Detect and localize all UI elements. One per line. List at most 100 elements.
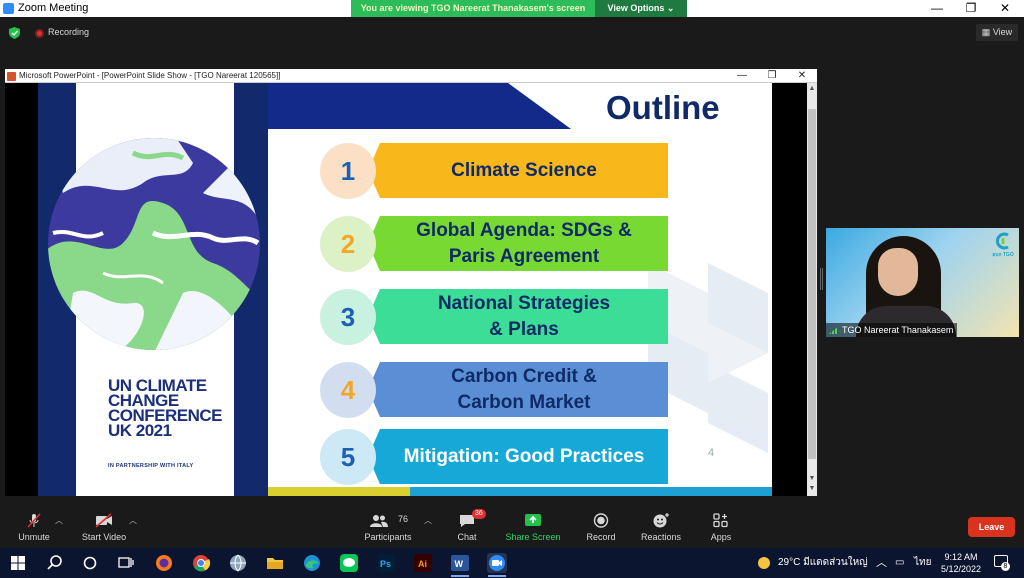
outline-item-text: National Strategies & Plans bbox=[438, 291, 610, 343]
outline-item-line: National Strategies bbox=[437, 292, 611, 314]
grid-icon: ▦ bbox=[981, 27, 991, 37]
photoshop-icon[interactable]: Ps bbox=[376, 553, 396, 573]
window-title: Zoom Meeting bbox=[18, 2, 89, 14]
outline-item-bar: National Strategies & Plans bbox=[368, 289, 668, 344]
outline-item: National Strategies & Plans 3 bbox=[320, 289, 670, 345]
outline-item-bar: Mitigation: Good Practices bbox=[368, 429, 668, 484]
signal-strength-icon bbox=[829, 326, 839, 334]
meeting-toolbar: Unmute ︿ Start Video ︿ Participants 76 ︿… bbox=[0, 505, 1024, 547]
unmute-label: Unmute bbox=[18, 532, 50, 542]
clock-date: 5/12/2022 bbox=[940, 564, 982, 574]
network-globe-icon[interactable] bbox=[228, 553, 248, 573]
scroll-page-down-icon[interactable]: ▼ bbox=[808, 485, 816, 493]
svg-text:W: W bbox=[455, 559, 464, 569]
share-banner: You are viewing TGO Nareerat Thanakasem'… bbox=[351, 0, 595, 17]
outline-item-line: Mitigation: Good Practices bbox=[403, 445, 645, 467]
earth-globe-image bbox=[48, 138, 260, 350]
video-off-icon bbox=[95, 513, 112, 528]
network-tray-icon[interactable]: ▭ bbox=[895, 548, 904, 578]
outline-item-line: Global Agenda: SDGs & bbox=[416, 219, 632, 241]
apps-icon bbox=[713, 513, 728, 528]
outline-item-text: Climate Science bbox=[451, 158, 597, 184]
minimize-icon[interactable]: — bbox=[920, 0, 954, 17]
security-shield-icon[interactable] bbox=[9, 27, 20, 39]
video-options-chevron-icon[interactable]: ︿ bbox=[129, 515, 137, 526]
audio-options-chevron-icon[interactable]: ︿ bbox=[55, 515, 63, 526]
edge-icon[interactable] bbox=[302, 553, 322, 573]
reactions-smiley-icon bbox=[653, 513, 669, 528]
outline-item-line: Paris Agreement bbox=[448, 245, 600, 267]
chrome-icon[interactable] bbox=[191, 553, 211, 573]
leave-button[interactable]: Leave bbox=[968, 517, 1015, 537]
unmute-button[interactable]: Unmute bbox=[14, 505, 54, 547]
participant-video[interactable]: อบก TGO TGO Nareerat Thanakasem bbox=[826, 228, 1019, 337]
tray-overflow-chevron-icon[interactable]: ︿ bbox=[876, 548, 887, 578]
clock-time: 9:12 AM bbox=[944, 552, 978, 562]
line-app-icon[interactable] bbox=[339, 553, 359, 573]
footer-bar-yellow bbox=[268, 487, 410, 496]
panel-resize-handle[interactable] bbox=[820, 268, 823, 290]
chevron-down-icon: ⌄ bbox=[666, 3, 675, 13]
cop26-wordmark: UN CLIMATE CHANGE CONFERENCE UK 2021 bbox=[108, 377, 223, 440]
weather-sun-icon[interactable] bbox=[754, 553, 774, 573]
outline-item-line: Carbon Credit & bbox=[451, 365, 597, 387]
firefox-icon[interactable] bbox=[154, 553, 174, 573]
system-clock[interactable]: 9:12 AM 5/12/2022 bbox=[938, 551, 984, 575]
input-language[interactable]: ไทย bbox=[914, 548, 931, 578]
share-screen-icon bbox=[525, 514, 541, 526]
windows-start-icon[interactable] bbox=[8, 553, 28, 573]
ppt-close-icon[interactable]: ✕ bbox=[789, 69, 815, 83]
weather-text[interactable]: 29°C มีแดดส่วนใหญ่ bbox=[778, 548, 868, 578]
start-video-label: Start Video bbox=[81, 532, 127, 542]
file-explorer-icon[interactable] bbox=[265, 553, 285, 573]
notification-badge: 8 bbox=[1001, 562, 1010, 571]
participants-count: 76 bbox=[398, 514, 409, 524]
cop-line: UK 2021 bbox=[108, 421, 172, 440]
powerpoint-title: Microsoft PowerPoint - [PowerPoint Slide… bbox=[19, 71, 281, 80]
scroll-thumb[interactable] bbox=[808, 109, 816, 459]
participants-chevron-icon[interactable]: ︿ bbox=[424, 515, 432, 526]
outline-item-line: & Plans bbox=[489, 318, 559, 340]
word-icon[interactable]: W bbox=[450, 553, 470, 573]
slide-title: Outline bbox=[606, 89, 720, 126]
outline-item-number: 5 bbox=[320, 429, 376, 485]
outline-item-number: 4 bbox=[320, 362, 376, 418]
chat-unread-badge: 36 bbox=[472, 509, 486, 519]
view-label: View bbox=[992, 27, 1013, 37]
start-video-button[interactable]: Start Video bbox=[80, 505, 128, 547]
illustrator-icon[interactable]: Ai bbox=[413, 553, 433, 573]
view-options-label: View Options bbox=[607, 3, 665, 13]
zoom-taskbar-icon[interactable] bbox=[487, 553, 507, 573]
cortana-icon[interactable] bbox=[80, 553, 100, 573]
task-view-icon[interactable] bbox=[116, 553, 136, 573]
participants-label: Participants bbox=[364, 532, 412, 542]
scroll-down-icon[interactable]: ▼ bbox=[808, 475, 816, 483]
restore-icon[interactable]: ❐ bbox=[954, 0, 988, 17]
window-titlebar: Zoom Meeting You are viewing TGO Nareera… bbox=[0, 0, 1024, 17]
ppt-minimize-icon[interactable]: — bbox=[729, 69, 755, 83]
header-decoration bbox=[268, 83, 571, 129]
record-button[interactable]: Record bbox=[584, 505, 618, 547]
zoom-app-icon bbox=[3, 3, 14, 14]
chat-label: Chat bbox=[457, 532, 477, 542]
outline-item-number: 3 bbox=[320, 289, 376, 345]
slide: UN CLIMATE CHANGE CONFERENCE UK 2021 IN … bbox=[38, 83, 772, 496]
slide-scrollbar[interactable]: ▲ ▼ ▼ bbox=[807, 83, 817, 496]
search-icon[interactable] bbox=[45, 553, 65, 573]
view-options-button[interactable]: View Options ⌄ bbox=[595, 0, 687, 17]
outline-item-number: 1 bbox=[320, 143, 376, 199]
powerpoint-titlebar: Microsoft PowerPoint - [PowerPoint Slide… bbox=[5, 69, 817, 83]
outline-item-line: Climate Science bbox=[451, 159, 597, 181]
participant-name: TGO Nareerat Thanakasem bbox=[842, 325, 954, 335]
reactions-button[interactable]: Reactions bbox=[640, 505, 682, 547]
record-icon bbox=[593, 513, 609, 528]
apps-button[interactable]: Apps bbox=[706, 505, 736, 547]
view-button[interactable]: ▦ View bbox=[976, 24, 1018, 41]
scroll-up-icon[interactable]: ▲ bbox=[808, 85, 816, 93]
cop26-subtitle: IN PARTNERSHIP WITH ITALY bbox=[108, 463, 194, 469]
ppt-restore-icon[interactable]: ❐ bbox=[759, 69, 785, 83]
close-icon[interactable]: ✕ bbox=[988, 0, 1022, 17]
participants-button[interactable]: Participants bbox=[362, 505, 414, 547]
share-screen-button[interactable]: Share Screen bbox=[504, 505, 562, 547]
zoom-active-indicator bbox=[488, 575, 506, 577]
